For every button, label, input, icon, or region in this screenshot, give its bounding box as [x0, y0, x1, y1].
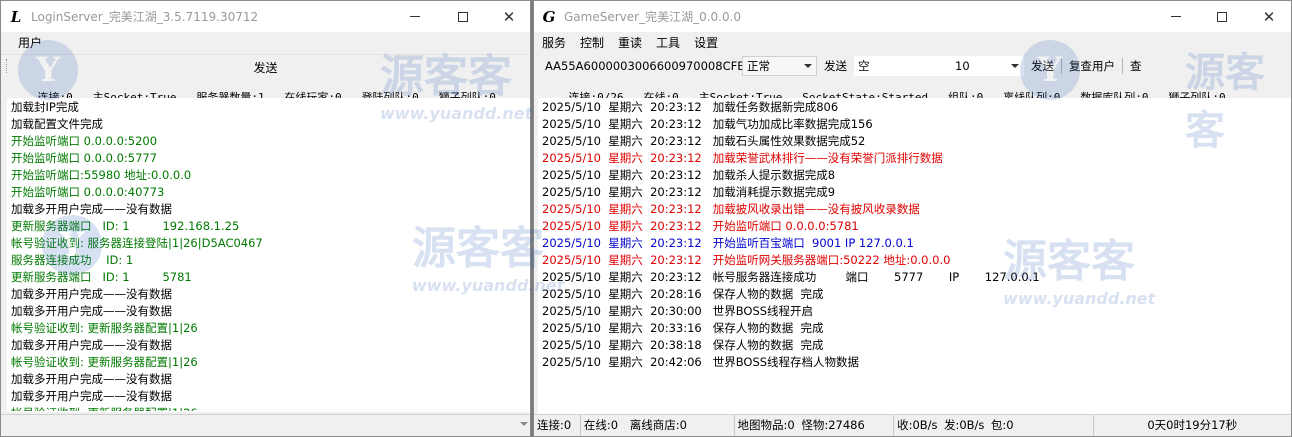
login-server-window: L LoginServer_完美江湖_3.5.7119.30712 ✕ 用户 发…: [0, 0, 531, 437]
log-line: 服务器连接成功 ID: 1: [11, 253, 134, 267]
game-server-window: G GameServer_完美江湖_0.0.0.0 ✕ 服务 控制 重读 工具 …: [533, 0, 1292, 437]
check-user-button[interactable]: 复查用户: [1062, 58, 1122, 74]
menu-control[interactable]: 控制: [573, 32, 611, 54]
log-line: 加载多开用户完成——没有数据: [11, 304, 172, 318]
login-log-panel[interactable]: 加载封IP完成加载配置文件完成开始监听端口 0.0.0.0:5200 开始监听端口…: [7, 98, 530, 412]
log-line: 2025/5/10 星期六 20:23:12 开始监听端口 0.0.0.0:57…: [542, 219, 859, 233]
log-line: 2025/5/10 星期六 20:33:16 保存人物的数据 完成: [542, 321, 824, 335]
close-icon: ✕: [502, 7, 516, 26]
minimize-icon: [1171, 16, 1181, 17]
log-line: 2025/5/10 星期六 20:23:12 开始监听网关服务器端口:50222…: [542, 253, 951, 267]
status-packets: 包:0: [988, 414, 1094, 436]
log-line: 2025/5/10 星期六 20:23:12 加载消耗提示数据完成9: [542, 185, 836, 199]
menu-service[interactable]: 服务: [535, 32, 573, 54]
game-window-title: GameServer_完美江湖_0.0.0.0: [564, 10, 742, 24]
log-line: 开始监听端口 0.0.0.0:5200: [11, 134, 158, 148]
count-select[interactable]: 10: [950, 56, 1024, 76]
log-line: 加载配置文件完成: [11, 117, 103, 131]
login-window-title: LoginServer_完美江湖_3.5.7119.30712: [31, 10, 259, 24]
menu-reload[interactable]: 重读: [611, 32, 649, 54]
close-icon: ✕: [1262, 7, 1276, 26]
minimize-icon: [410, 16, 420, 17]
log-line: 加载多开用户完成——没有数据: [11, 338, 172, 352]
command-input[interactable]: 空: [854, 56, 950, 76]
send-button-2[interactable]: 发送: [1024, 58, 1061, 74]
log-line: 2025/5/10 星期六 20:23:12 加载气功加成比率数据完成156: [542, 117, 873, 131]
log-line: 2025/5/10 星期六 20:28:16 保存人物的数据 完成: [542, 287, 824, 301]
close-button[interactable]: ✕: [486, 1, 530, 32]
log-line: 加载多开用户完成——没有数据: [11, 287, 172, 301]
status-send: 发:0B/s: [943, 417, 985, 432]
close-button[interactable]: ✕: [1246, 1, 1291, 32]
status-monsters: 怪物:27486: [798, 414, 895, 436]
login-send-button[interactable]: 发送: [1, 59, 530, 76]
send-button[interactable]: 发送: [817, 58, 854, 74]
game-menubar: 服务 控制 重读 工具 设置: [534, 32, 1291, 54]
log-line: 加载封IP完成: [11, 100, 79, 114]
mode-select[interactable]: 正常: [742, 56, 817, 76]
log-line: 2025/5/10 星期六 20:23:12 加载石头属性效果数据完成52: [542, 134, 866, 148]
login-app-icon: L: [10, 7, 22, 26]
log-line: 开始监听端口:55980 地址:0.0.0.0: [11, 168, 192, 182]
log-line: 帐号验证收到: 更新服务器配置|1|26: [11, 355, 198, 369]
log-line: 2025/5/10 星期六 20:23:12 开始监听百宝端口 9001 IP …: [542, 236, 914, 250]
game-app-icon: G: [542, 7, 556, 26]
hex-packet-text[interactable]: AA55A6000003006600970008CFB!: [534, 59, 750, 73]
game-log-panel[interactable]: 2025/5/10 星期六 20:23:12 加载任务数据新完成806 2025/…: [538, 98, 1291, 416]
status-offline-shop: 离线商店:0: [627, 414, 735, 436]
login-titlebar[interactable]: L LoginServer_完美江湖_3.5.7119.30712 ✕: [1, 1, 530, 32]
query-button[interactable]: 查: [1123, 58, 1149, 74]
log-line: 更新服务器端口 ID: 1 192.168.1.25: [11, 219, 240, 233]
game-statusbar: 连接:0 在线:0 离线商店:0 地图物品:0 怪物:27486 收:0B/s …: [534, 414, 1291, 436]
game-titlebar[interactable]: G GameServer_完美江湖_0.0.0.0 ✕: [534, 1, 1291, 32]
log-line: 加载多开用户完成——没有数据: [11, 389, 172, 403]
status-recv: 收:0B/s: [897, 417, 938, 432]
log-line: 2025/5/10 星期六 20:23:12 帐号服务器连接成功 端口 5777…: [542, 270, 1040, 284]
log-line: 2025/5/10 星期六 20:30:00 世界BOSS线程开启: [542, 304, 814, 318]
menu-settings[interactable]: 设置: [687, 32, 725, 54]
minimize-button[interactable]: [392, 1, 438, 32]
maximize-button[interactable]: [440, 1, 486, 32]
log-line: 2025/5/10 星期六 20:42:06 世界BOSS线程存档人物数据: [542, 355, 860, 369]
count-select-value: 10: [955, 59, 970, 73]
log-line: 帐号验证收到: 服务器连接登陆|1|26|D5AC0467: [11, 236, 263, 250]
status-uptime: 0天0时19分17秒: [1147, 417, 1238, 432]
chevron-down-icon: [804, 64, 812, 68]
maximize-button[interactable]: [1199, 1, 1245, 32]
log-line: 2025/5/10 星期六 20:23:12 加载披风收录出错——没有披风收录数…: [542, 202, 920, 216]
log-line: 帐号验证收到: 更新服务器配置|1|26: [11, 321, 198, 335]
mode-select-value: 正常: [747, 59, 770, 73]
status-online: 在线:0: [583, 417, 619, 432]
status-map-items: 地图物品:0: [737, 417, 795, 432]
maximize-icon: [1217, 11, 1227, 22]
status-connections: 连接:0: [534, 414, 581, 436]
game-toolbar: AA55A6000003006600970008CFB! 正常 发送 空 10 …: [534, 54, 1291, 78]
minimize-button[interactable]: [1153, 1, 1199, 32]
login-send-toolbar: 发送: [1, 54, 530, 76]
chevron-down-icon: [1011, 64, 1019, 68]
log-line: 更新服务器端口 ID: 1 5781: [11, 270, 192, 284]
log-line: 2025/5/10 星期六 20:38:18 保存人物的数据 完成: [542, 338, 824, 352]
login-log-scrollbar[interactable]: [515, 99, 529, 411]
login-bottom-scrollbar[interactable]: [1, 414, 530, 436]
menu-user[interactable]: 用户: [11, 32, 49, 54]
log-line: 2025/5/10 星期六 20:23:12 加载任务数据新完成806: [542, 100, 839, 114]
log-line: 2025/5/10 星期六 20:23:12 加载杀人提示数据完成8: [542, 168, 836, 182]
maximize-icon: [458, 11, 468, 22]
log-line: 加载多开用户完成——没有数据: [11, 202, 172, 216]
menu-tools[interactable]: 工具: [649, 32, 687, 54]
scroll-down-arrow-icon[interactable]: [520, 422, 528, 426]
log-line: 加载多开用户完成——没有数据: [11, 372, 172, 386]
log-line: 2025/5/10 星期六 20:23:12 加载荣誉武林排行——没有荣誉门派排…: [542, 151, 943, 165]
log-line: 帐号验证收到: 更新服务器配置|1|26: [8, 405, 529, 411]
login-menubar: 用户: [1, 32, 530, 54]
log-line: 开始监听端口 0.0.0.0:40773: [11, 185, 165, 199]
log-line: 开始监听端口 0.0.0.0:5777: [11, 151, 158, 165]
